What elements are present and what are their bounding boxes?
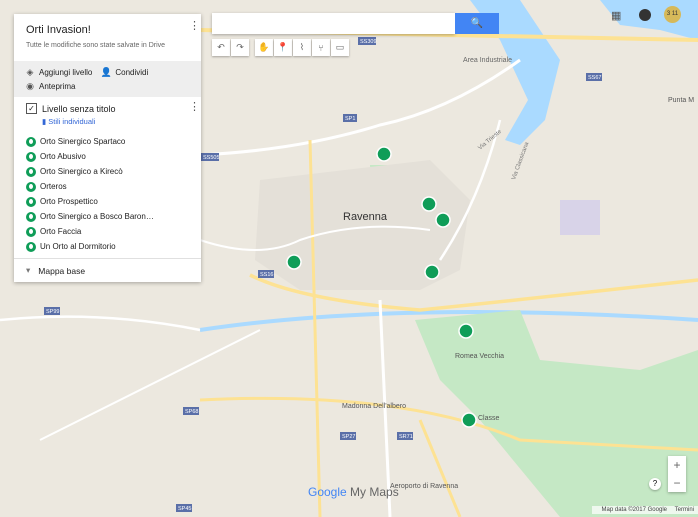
map-title[interactable]: Orti Invasion! [14,14,201,40]
svg-text:SP45: SP45 [178,506,191,512]
svg-text:SS309: SS309 [360,39,377,45]
svg-text:SP27: SP27 [342,434,355,440]
hand-icon[interactable]: ✋ [255,39,273,56]
zoom-out-button[interactable]: − [668,474,686,492]
individual-styles-link[interactable]: ▮ Stili individuali [26,117,191,126]
label-classe: Classe [478,415,500,422]
search-icon: 🔍 [470,18,484,29]
list-item[interactable]: Un Orto al Dormitorio [26,239,191,254]
zoom-control: + − [668,456,686,492]
apps-grid-icon[interactable]: ▦ [611,9,621,22]
attribution: Map data ©2017 Google Termini [591,506,698,514]
undo-icon[interactable]: ↶ [212,39,230,56]
redo-icon[interactable]: ↷ [231,39,249,56]
list-item[interactable]: Orto Prospettico [26,194,191,209]
industrial-area [560,200,600,235]
list-item[interactable]: Orto Sinergico a Kirecò [26,164,191,179]
label-area: Area Industriale [463,57,512,64]
layer-checkbox[interactable]: ✓ [26,103,37,114]
marker-icon [26,166,36,177]
label-madonna: Madonna Dell'albero [342,403,406,410]
label-punta: Punta M [668,97,694,104]
layer-section: ⋮ ✓ Livello senza titolo ▮ Stili individ… [14,97,201,258]
eye-icon: ◉ [26,80,34,91]
add-layer-button[interactable]: Aggiungi livello [39,68,92,77]
paint-roller-icon: ▮ [42,117,47,126]
label-romea: Romea Vecchia [455,353,504,360]
expand-arrow-icon: ▾ [26,265,31,275]
marker-icon [26,196,36,207]
google-my-maps-logo: Google My Maps [308,485,399,499]
share-button[interactable]: Condividi [115,68,148,77]
svg-text:SR71: SR71 [399,434,413,440]
map-actions: ◈ Aggiungi livello 👤 Condividi ◉ Antepri… [14,61,201,97]
svg-text:SS16: SS16 [260,272,273,278]
marker-orto-6[interactable] [458,323,474,339]
layer-name[interactable]: Livello senza titolo [42,104,116,114]
directions-icon[interactable]: ⑂ [312,39,330,56]
marker-icon [26,226,36,237]
list-item[interactable]: Orto Faccia [26,224,191,239]
search-button[interactable]: 🔍 [455,13,499,34]
add-marker-icon[interactable]: 📍 [274,39,292,56]
base-map-section[interactable]: ▾ Mappa base [14,258,201,282]
marker-orto-4[interactable] [286,254,302,270]
list-item[interactable]: Orteros [26,179,191,194]
notifications-icon[interactable] [639,9,651,21]
measure-icon[interactable]: ▭ [331,39,349,56]
marker-orto-3[interactable] [435,212,451,228]
marker-orto-5[interactable] [424,264,440,280]
marker-orto-2[interactable] [421,196,437,212]
base-map-label: Mappa base [38,265,86,276]
terms-link[interactable]: Termini [675,507,694,513]
marker-icon [26,211,36,222]
svg-text:SP99: SP99 [46,309,59,315]
svg-text:SS505: SS505 [203,155,220,161]
marker-orto-7[interactable] [461,412,477,428]
add-person-icon: 👤 [100,66,112,77]
label-ravenna: Ravenna [343,211,388,223]
zoom-in-button[interactable]: + [668,456,686,474]
marker-icon [26,136,36,147]
svg-text:SP1: SP1 [345,116,355,122]
svg-text:SP68: SP68 [185,409,198,415]
svg-text:SS67: SS67 [588,75,601,81]
marker-icon [26,181,36,192]
label-aeroporto: Aeroporto di Ravenna [390,483,458,490]
preview-button[interactable]: Anteprima [39,82,75,91]
layer-options-icon[interactable]: ⋮ [189,102,200,113]
map-options-icon[interactable]: ⋮ [189,21,200,32]
save-status: Tutte le modifiche sono state salvate in… [26,42,166,49]
marker-icon [26,151,36,162]
help-button[interactable]: ? [649,478,661,490]
map-legend-panel: ⋮ Orti Invasion! Tutte le modifiche sono… [14,14,201,282]
search-input[interactable] [212,13,455,34]
layers-icon: ◈ [26,66,34,77]
avatar[interactable]: 3 11 [664,6,681,23]
list-item[interactable]: Orto Abusivo [26,149,191,164]
list-item[interactable]: Orto Sinergico Spartaco [26,134,191,149]
marker-orto-1[interactable] [376,146,392,162]
map-toolbar: ↶ ↷ ✋ 📍 ⌇ ⑂ ▭ [212,39,350,56]
list-item[interactable]: Orto Sinergico a Bosco Baron… [26,209,191,224]
marker-icon [26,241,36,252]
draw-line-icon[interactable]: ⌇ [293,39,311,56]
